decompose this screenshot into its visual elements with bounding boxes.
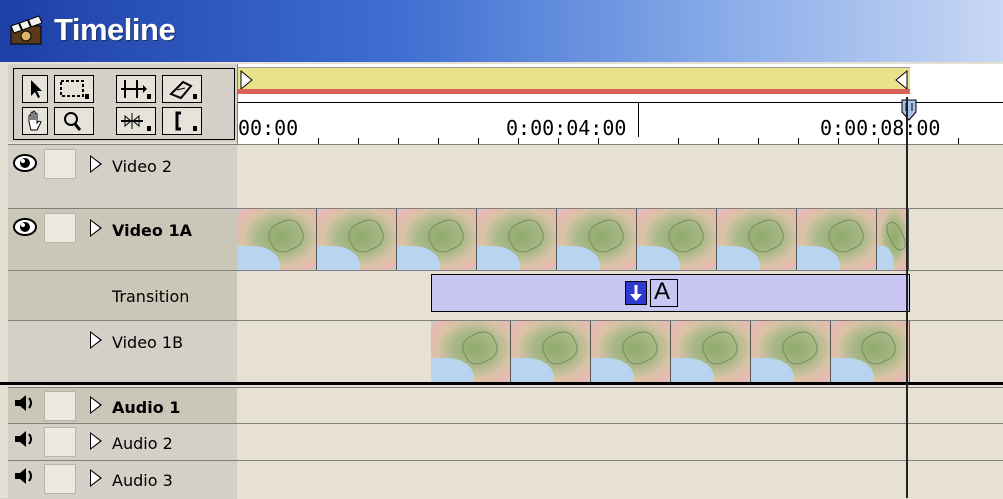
lock-toggle[interactable] (44, 427, 76, 457)
speaker-icon[interactable] (12, 392, 36, 414)
selection-tool[interactable] (22, 75, 48, 103)
track-video-1b[interactable] (237, 320, 1003, 383)
clip-thumbnail (237, 209, 317, 271)
expand-triangle-icon[interactable] (90, 219, 102, 237)
track-label: Video 1B (112, 333, 184, 352)
toolbox (13, 68, 235, 140)
track-header-video-1b[interactable]: Video 1B (8, 320, 237, 383)
speaker-icon[interactable] (12, 428, 36, 450)
track-label: Video 1A (112, 221, 192, 240)
track-select-tool-icon (121, 80, 151, 99)
track-header-audio-2[interactable]: Audio 2 (8, 423, 237, 461)
in-out-point-tool[interactable] (162, 107, 202, 135)
range-select-tool-icon (60, 80, 89, 99)
arrow-down-icon (630, 285, 642, 301)
toolbox-area (8, 64, 237, 142)
clip-thumbnail (477, 209, 557, 271)
track-a-letter: A (654, 278, 671, 305)
lock-toggle[interactable] (44, 464, 76, 494)
track-header-audio-1[interactable]: Audio 1 (8, 387, 237, 424)
clip-thumbnail (317, 209, 397, 271)
hand-tool-icon (28, 110, 42, 131)
expand-triangle-icon[interactable] (90, 469, 102, 487)
zoom-tool[interactable] (54, 107, 94, 135)
track-label: Audio 3 (112, 471, 173, 490)
track-header-video-1a[interactable]: Video 1A (8, 208, 237, 271)
range-select-tool[interactable] (54, 75, 94, 103)
track-header-transition[interactable]: Transition (8, 270, 237, 321)
video-clip-1a[interactable] (237, 209, 909, 271)
clip-thumbnail (591, 321, 671, 383)
track-video-1a[interactable] (237, 208, 1003, 271)
lock-toggle[interactable] (44, 391, 76, 421)
track-header-video-2[interactable]: Video 2 (8, 144, 237, 209)
ruler-label-4s: 0:00:04:00 (506, 116, 627, 140)
clip-thumbnail (671, 321, 751, 383)
track-header-audio-3[interactable]: Audio 3 (8, 460, 237, 499)
clip-thumbnail (431, 321, 511, 383)
expand-triangle-icon[interactable] (90, 432, 102, 450)
edit-line[interactable] (906, 97, 908, 498)
clip-thumbnail (511, 321, 591, 383)
zoom-tool-icon (64, 112, 82, 131)
playhead-marker-icon[interactable] (900, 98, 918, 122)
transition-direction-icon[interactable] (625, 281, 647, 305)
eye-icon[interactable] (12, 151, 38, 177)
track-select-tool[interactable] (116, 75, 156, 103)
expand-triangle-icon[interactable] (90, 396, 102, 414)
ruler-label-start: 00:00 (238, 116, 299, 140)
ruler-baseline (238, 102, 1003, 103)
clip-thumbnail (751, 321, 831, 383)
lock-toggle[interactable] (44, 213, 76, 243)
clip-thumbnail (557, 209, 637, 271)
track-label: Audio 1 (112, 398, 181, 417)
render-status-bar (238, 89, 910, 94)
ripple-edit-tool-icon (121, 113, 151, 131)
timeline-panel: 00:00 0:00:04:00 0:00:08:00 Video 2 Vide… (0, 62, 1003, 499)
clip-thumbnail (717, 209, 797, 271)
clip-thumbnail (831, 321, 910, 383)
clip-thumbnail (637, 209, 717, 271)
clapperboard-icon (10, 15, 43, 45)
hand-tool[interactable] (22, 107, 48, 135)
clip-thumbnail (397, 209, 477, 271)
ripple-edit-tool[interactable] (116, 107, 156, 135)
razor-tool-icon (169, 80, 197, 100)
expand-triangle-icon[interactable] (90, 331, 102, 349)
video-clip-1b[interactable] (431, 321, 910, 383)
video-audio-divider[interactable] (0, 382, 1003, 385)
selection-tool-icon (31, 80, 42, 98)
track-audio-2[interactable] (237, 423, 1003, 461)
track-label: Video 2 (112, 157, 173, 176)
ruler-label-8s: 0:00:08:00 (820, 116, 941, 140)
lock-toggle[interactable] (44, 149, 76, 179)
clip-thumbnail (797, 209, 877, 271)
window-titlebar[interactable]: Timeline (0, 0, 1003, 62)
clip-thumbnail (877, 209, 909, 271)
eye-icon[interactable] (12, 215, 38, 241)
track-a-indicator-icon[interactable]: A (650, 278, 678, 307)
track-audio-3[interactable] (237, 460, 1003, 499)
speaker-icon[interactable] (12, 465, 36, 487)
cross-dissolve-transition[interactable]: A (431, 274, 910, 312)
track-label: Audio 2 (112, 434, 173, 453)
track-label: Transition (112, 287, 190, 306)
ruler-major-tick (638, 102, 639, 137)
razor-tool[interactable] (162, 75, 202, 103)
expand-triangle-icon[interactable] (90, 155, 102, 173)
track-video-2[interactable] (237, 144, 1003, 209)
in-out-point-tool-icon (175, 111, 197, 131)
work-area-start-marker-icon[interactable] (240, 70, 254, 90)
track-audio-1[interactable] (237, 387, 1003, 424)
window-title: Timeline (54, 12, 176, 47)
time-ruler[interactable]: 00:00 0:00:04:00 0:00:08:00 (237, 64, 1003, 144)
work-area-end-marker-icon[interactable] (894, 70, 908, 90)
